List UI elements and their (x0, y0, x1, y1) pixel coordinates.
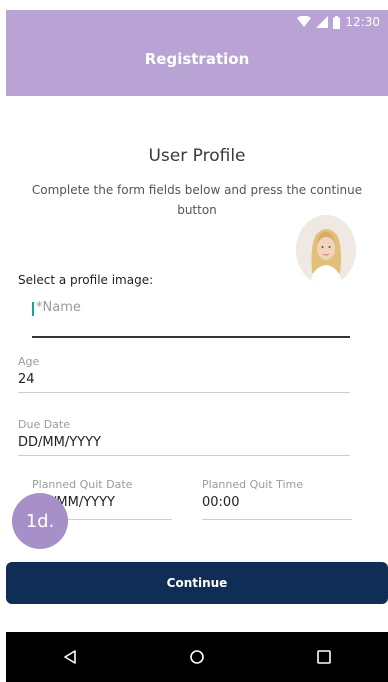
back-icon[interactable] (62, 649, 78, 665)
planned-quit-date-label: Planned Quit Date (32, 478, 133, 491)
due-date-value: DD/MM/YYYY (18, 435, 101, 450)
profile-photo-icon (296, 215, 356, 285)
due-date-field[interactable]: Due Date DD/MM/YYYY (18, 418, 350, 456)
battery-icon (333, 15, 341, 29)
home-icon[interactable] (189, 649, 205, 665)
name-field[interactable]: *Name (32, 300, 350, 338)
due-date-label: Due Date (18, 418, 70, 431)
wifi-icon (297, 16, 312, 27)
age-field-underline (18, 392, 350, 393)
age-value: 24 (18, 372, 35, 387)
text-cursor (32, 302, 34, 316)
name-field-underline (32, 336, 350, 338)
signal-icon (316, 16, 329, 28)
profile-image-avatar[interactable] (296, 215, 356, 285)
status-bar: 12:30 (297, 10, 388, 34)
phone-screen: 12:30 Registration User Profile Complete… (6, 10, 388, 682)
planned-quit-time-label: Planned Quit Time (202, 478, 304, 491)
planned-quit-time-value: 00:00 (202, 495, 240, 510)
page-title: Registration (144, 50, 250, 68)
planned-quit-time-field[interactable]: Planned Quit Time 00:00 (202, 478, 352, 520)
recents-icon[interactable] (316, 649, 332, 665)
app-bar: 12:30 Registration (6, 10, 388, 96)
step-badge: 1d. (12, 493, 68, 549)
age-label: Age (18, 355, 40, 368)
planned-quit-time-underline (202, 519, 352, 520)
form-title: User Profile (148, 146, 246, 166)
continue-button[interactable]: Continue (6, 562, 388, 604)
due-date-field-underline (18, 455, 350, 456)
profile-image-label: Select a profile image: (18, 273, 154, 287)
status-time: 12:30 (345, 15, 380, 29)
form-subtitle: Complete the form fields below and press… (31, 183, 363, 217)
name-placeholder: *Name (36, 300, 81, 315)
name-placeholder-text: Name (42, 300, 81, 315)
android-nav-bar (6, 632, 388, 682)
age-field[interactable]: Age 24 (18, 355, 350, 393)
